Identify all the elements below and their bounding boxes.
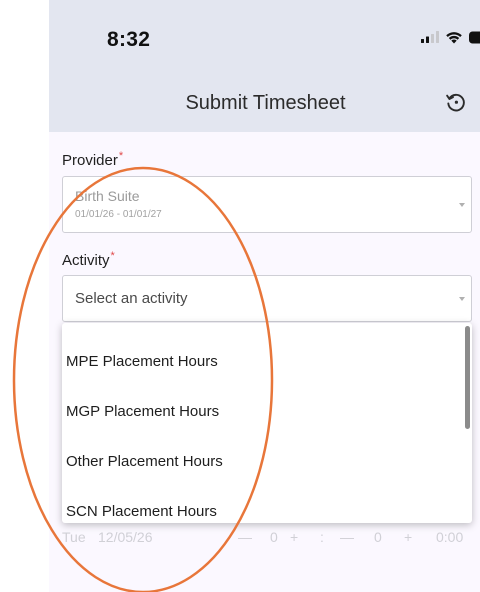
provider-value-name: Birth Suite bbox=[75, 188, 140, 204]
day-label: Tue bbox=[62, 529, 86, 545]
provider-label-text: Provider bbox=[62, 152, 118, 169]
page-title: Submit Timesheet bbox=[185, 92, 346, 114]
provider-select[interactable]: Birth Suite 01/01/26 - 01/01/27 bbox=[62, 176, 472, 233]
date-label: 12/05/26 bbox=[98, 529, 153, 545]
status-time: 8:32 bbox=[107, 28, 151, 51]
minutes-value: 0 bbox=[374, 529, 382, 545]
time-entry-row: Tue 12/05/26 — 0 + : — 0 + 0:00 bbox=[62, 529, 480, 551]
provider-label: Provider* bbox=[62, 150, 124, 169]
hours-increment-button[interactable]: + bbox=[290, 529, 298, 545]
minutes-increment-button[interactable]: + bbox=[404, 529, 412, 545]
phone-screen: 8:32 Submit Timesheet Provider* Birth Su… bbox=[49, 0, 480, 592]
status-icons bbox=[421, 29, 480, 45]
hours-decrement-button[interactable]: — bbox=[238, 529, 252, 545]
provider-required-mark: * bbox=[118, 150, 124, 162]
history-button[interactable] bbox=[444, 90, 468, 114]
cellular-signal-icon bbox=[421, 31, 439, 43]
minutes-decrement-button[interactable]: — bbox=[340, 529, 354, 545]
option-mgp-placement-hours[interactable]: MGP Placement Hours bbox=[66, 403, 219, 420]
activity-label: Activity* bbox=[62, 250, 115, 269]
option-scn-placement-hours[interactable]: SCN Placement Hours bbox=[66, 503, 217, 520]
chevron-down-icon bbox=[459, 296, 465, 301]
activity-select[interactable]: Select an activity bbox=[62, 275, 472, 322]
provider-value-dates: 01/01/26 - 01/01/27 bbox=[75, 209, 162, 220]
history-icon bbox=[446, 93, 465, 112]
chevron-down-icon bbox=[459, 202, 465, 207]
option-other-placement-hours[interactable]: Other Placement Hours bbox=[66, 453, 223, 470]
total-time: 0:00 bbox=[436, 529, 464, 545]
option-mpe-placement-hours[interactable]: MPE Placement Hours bbox=[66, 353, 218, 370]
hours-value: 0 bbox=[270, 529, 278, 545]
wifi-icon bbox=[446, 32, 462, 44]
activity-required-mark: * bbox=[110, 250, 115, 262]
time-separator: : bbox=[320, 529, 324, 545]
nav-bar: Submit Timesheet bbox=[49, 70, 480, 132]
dropdown-scrollbar[interactable] bbox=[465, 326, 470, 429]
activity-dropdown-menu: MPE Placement Hours MGP Placement Hours … bbox=[62, 323, 472, 523]
status-bar: 8:32 bbox=[49, 0, 480, 70]
activity-placeholder: Select an activity bbox=[75, 290, 188, 307]
timesheet-form: Provider* Birth Suite 01/01/26 - 01/01/2… bbox=[49, 132, 480, 592]
activity-label-text: Activity bbox=[62, 252, 110, 269]
battery-icon bbox=[469, 31, 480, 43]
